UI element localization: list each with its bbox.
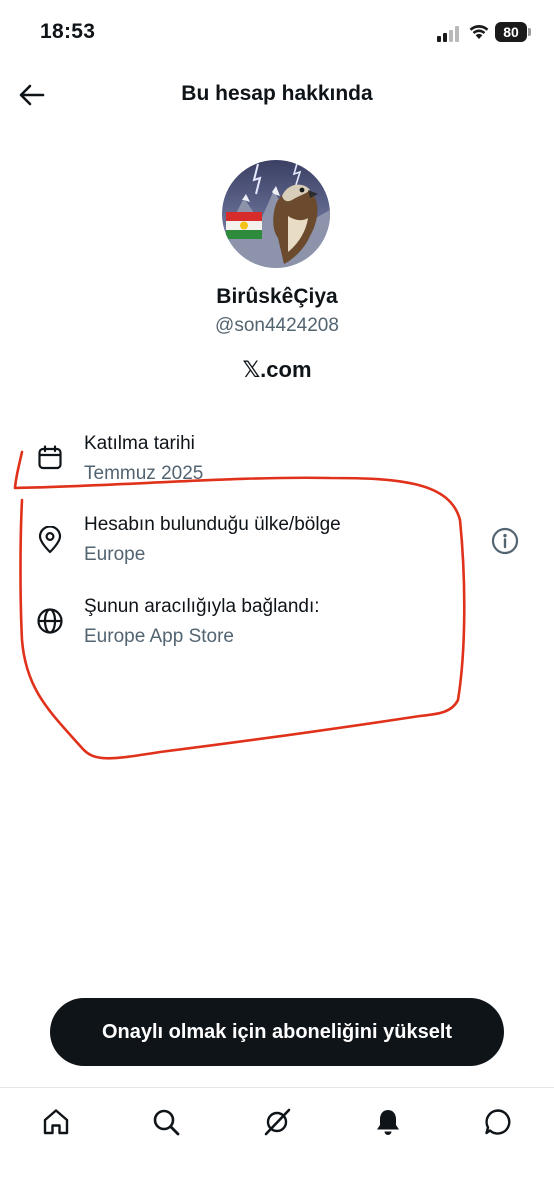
info-button[interactable]: [488, 524, 522, 558]
info-icon: [491, 527, 519, 555]
calendar-icon: [34, 442, 66, 474]
connected-via-value: Europe App Store: [84, 626, 234, 647]
account-location-label: Hesabın bulunduğu ülke/bölge: [84, 514, 341, 535]
join-date-value: Temmuz 2025: [84, 463, 204, 484]
header: Bu hesap hakkında: [0, 66, 554, 124]
tab-grok[interactable]: [257, 1102, 297, 1142]
messages-icon: [485, 1109, 511, 1135]
grok-icon: [264, 1108, 291, 1136]
tab-search[interactable]: [146, 1102, 186, 1142]
display-name: BirûskêÇiya: [216, 285, 338, 308]
notifications-icon: [377, 1110, 399, 1135]
page-title: Bu hesap hakkında: [181, 82, 373, 105]
account-location-row: Hesabın bulunduğu ülke/bölge Europe: [0, 512, 554, 574]
account-location-value: Europe: [84, 544, 146, 565]
globe-icon: [34, 605, 66, 637]
bottom-tab-bar: [0, 1087, 554, 1199]
status-time: 18:53: [40, 20, 96, 43]
connected-via-label: Şunun aracılığıyla bağlandı:: [84, 596, 320, 617]
tab-home[interactable]: [36, 1102, 76, 1142]
battery-tip: [528, 28, 531, 36]
username-handle: @son4424208: [215, 315, 339, 336]
search-icon: [153, 1109, 180, 1136]
about-account-screen: 18:53 80 Bu hesap hakkında BirûskêÇiya @…: [0, 0, 554, 1199]
upgrade-subscription-button[interactable]: Onaylı olmak için aboneliğini yükselt: [50, 998, 504, 1066]
battery-indicator: 80: [495, 22, 531, 42]
tab-messages[interactable]: [478, 1102, 518, 1142]
join-date-label: Katılma tarihi: [84, 433, 195, 454]
wifi-icon: [469, 24, 489, 39]
tab-notifications[interactable]: [368, 1102, 408, 1142]
battery-level: 80: [495, 22, 527, 42]
status-bar: 18:53 80: [0, 0, 554, 66]
avatar-image: [222, 160, 330, 268]
cellular-signal-icon: [437, 26, 459, 42]
site-label: 𝕏.com: [242, 357, 312, 382]
connected-via-row: Şunun aracılığıyla bağlandı: Europe App …: [0, 594, 554, 656]
join-date-row: Katılma tarihi Temmuz 2025: [0, 430, 554, 492]
home-icon: [43, 1109, 69, 1135]
location-pin-icon: [34, 524, 66, 556]
avatar[interactable]: [222, 160, 330, 268]
